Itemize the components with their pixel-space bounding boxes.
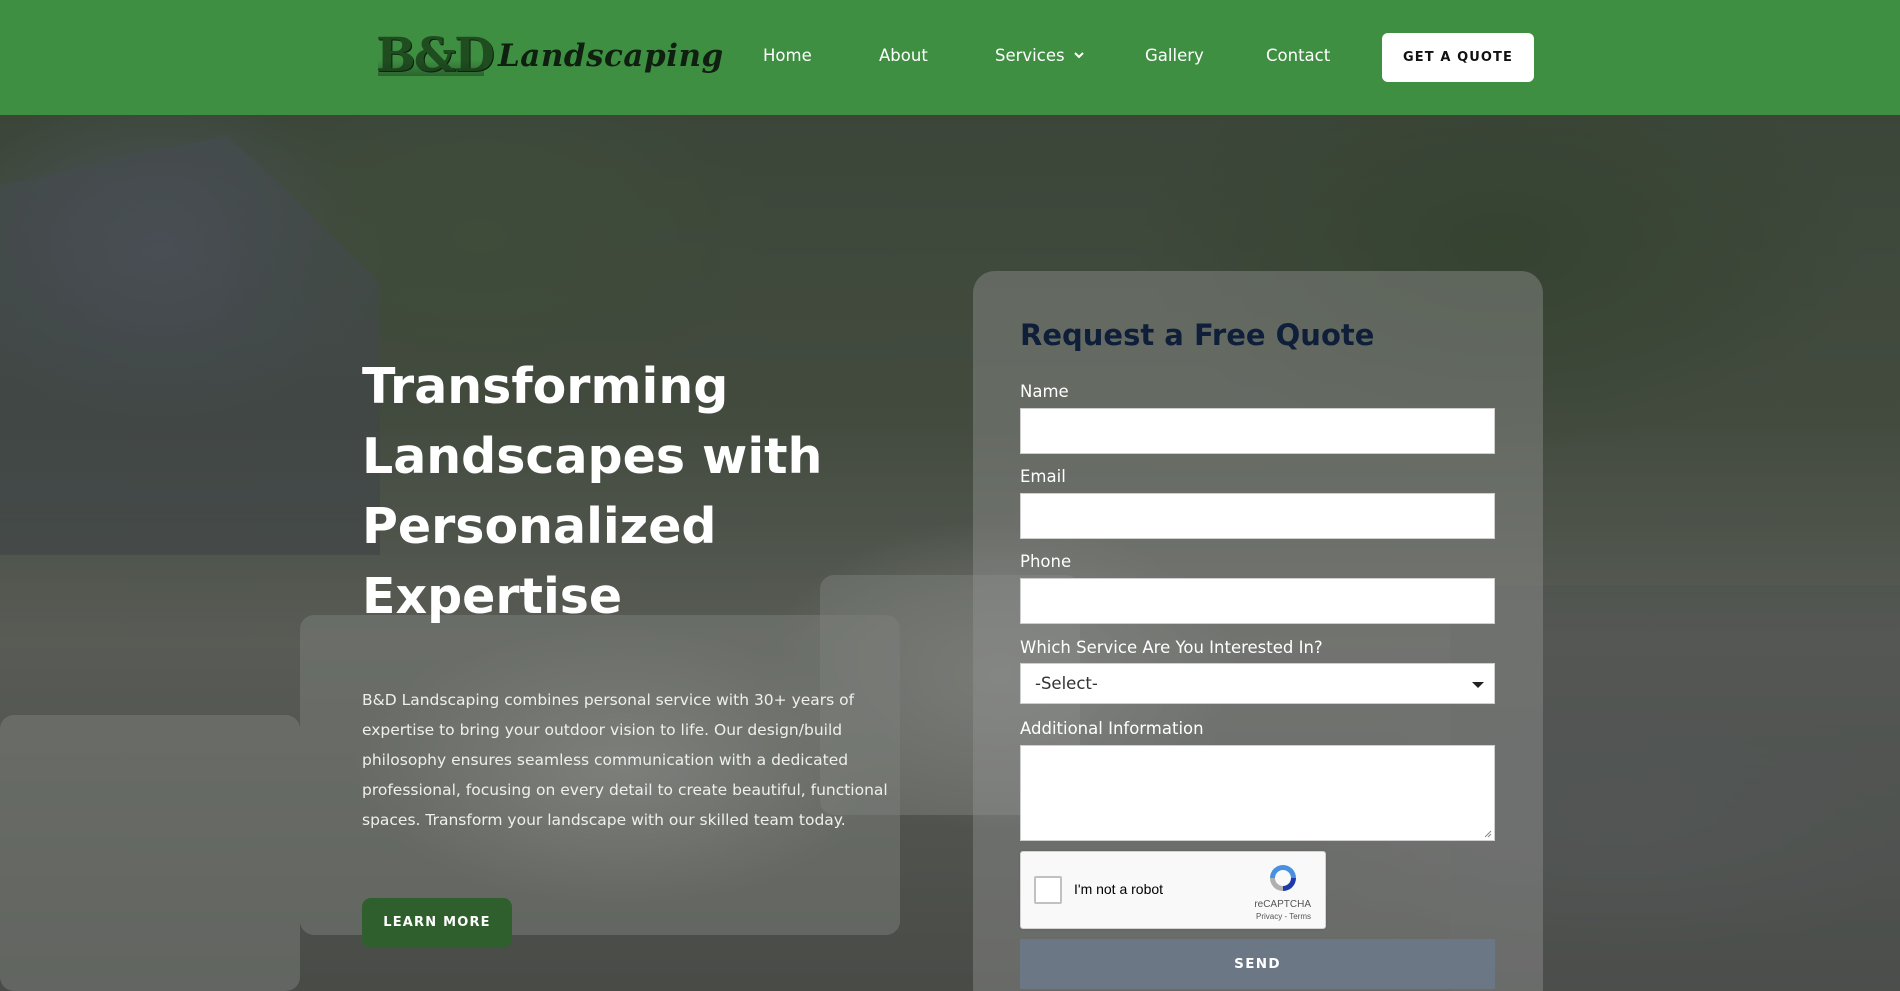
hero-background (0, 115, 1900, 991)
recaptcha-privacy-terms[interactable]: Privacy - Terms (1021, 912, 1311, 921)
additional-info-textarea[interactable] (1020, 745, 1495, 841)
nav-services[interactable]: Services (995, 45, 1085, 67)
phone-label: Phone (1020, 552, 1072, 571)
phone-input[interactable] (1020, 578, 1495, 624)
logo-wordmark: Landscaping (498, 38, 724, 74)
nav-about[interactable]: About (879, 45, 928, 67)
resize-grip-icon[interactable] (1484, 830, 1492, 838)
service-select-value: -Select- (1035, 674, 1098, 693)
recaptcha-brand: reCAPTCHA (1254, 899, 1311, 910)
nav-home[interactable]: Home (763, 45, 812, 67)
site-logo[interactable]: B&D Landscaping (376, 28, 723, 83)
form-title: Request a Free Quote (1020, 318, 1375, 352)
name-input[interactable] (1020, 408, 1495, 454)
nav-services-label: Services (995, 46, 1065, 65)
chevron-down-icon (1073, 52, 1084, 59)
additional-info-label: Additional Information (1020, 719, 1204, 738)
site-header: B&D Landscaping Home About Services Gall… (0, 0, 1900, 115)
learn-more-button[interactable]: LEARN MORE (362, 898, 512, 948)
service-label: Which Service Are You Interested In? (1020, 638, 1323, 657)
hero-overlay (0, 115, 1900, 991)
nav-contact[interactable]: Contact (1266, 45, 1330, 67)
send-button[interactable]: SEND (1020, 939, 1495, 989)
recaptcha-label: I'm not a robot (1074, 881, 1164, 897)
email-input[interactable] (1020, 493, 1495, 539)
service-select[interactable]: -Select- (1020, 663, 1495, 704)
hero-description: B&D Landscaping combines personal servic… (362, 691, 888, 829)
get-a-quote-button[interactable]: GET A QUOTE (1382, 33, 1534, 82)
recaptcha-logo-icon (1270, 865, 1296, 891)
name-label: Name (1020, 382, 1069, 401)
recaptcha-widget: I'm not a robot reCAPTCHA Privacy - Term… (1020, 851, 1326, 929)
nav-gallery[interactable]: Gallery (1145, 45, 1204, 67)
logo-monogram: B&D (376, 28, 495, 83)
email-label: Email (1020, 467, 1066, 486)
hero-title: Transforming Landscapes with Personalize… (362, 358, 823, 625)
caret-down-icon (1472, 682, 1484, 688)
